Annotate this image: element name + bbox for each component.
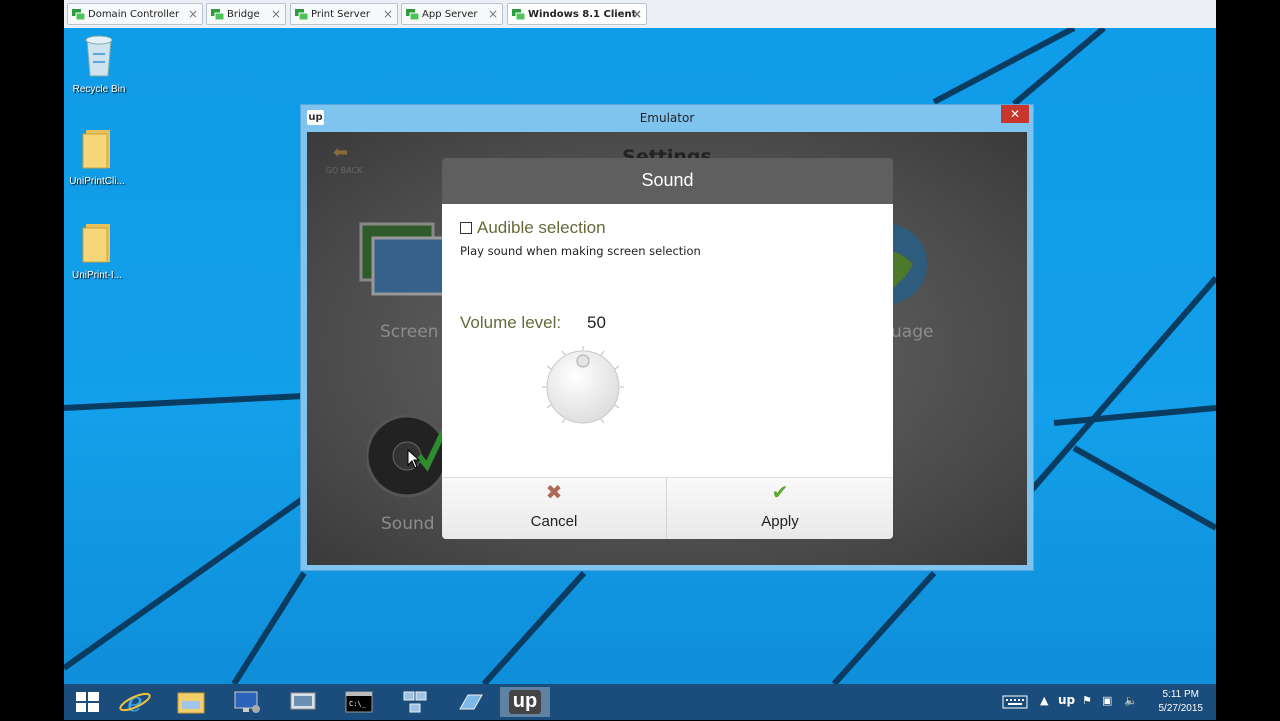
vm-icon: [72, 9, 85, 20]
clock[interactable]: 5:11 PM 5/27/2015: [1159, 688, 1204, 716]
tab-label: Windows 8.1 Client: [528, 9, 637, 20]
action-center-flag-icon[interactable]: ⚑: [1082, 694, 1092, 707]
audible-selection-checkbox[interactable]: [460, 222, 472, 234]
close-icon[interactable]: ×: [188, 7, 198, 21]
taskbar-network[interactable]: [396, 687, 434, 717]
recycle-bin-icon: [85, 35, 113, 77]
desktop-icon-uniprintcli[interactable]: UniPrintCli...: [64, 126, 132, 187]
cancel-button-label: Cancel: [530, 513, 578, 530]
taskbar-server-manager[interactable]: [228, 687, 266, 717]
dialog-body: Audible selection Play sound when making…: [442, 204, 893, 477]
command-prompt-icon: C:\_: [345, 691, 373, 713]
desktop-icon-label: Recycle Bin: [72, 84, 126, 95]
folder-icon: [82, 130, 110, 169]
vm-icon: [512, 9, 525, 20]
apply-button-label: Apply: [761, 513, 799, 530]
right-letterbox: [1216, 0, 1280, 720]
audible-selection-label[interactable]: Audible selection: [477, 218, 606, 238]
keyboard-icon[interactable]: [1002, 694, 1028, 710]
window-title: Emulator: [639, 111, 695, 125]
windows-start-icon: [76, 692, 99, 712]
volume-level-label: Volume level:: [460, 313, 562, 332]
taskbar-uniprint-emulator[interactable]: up: [500, 687, 550, 717]
close-button[interactable]: ✕: [1001, 105, 1029, 123]
clock-date: 5/27/2015: [1158, 703, 1204, 714]
desktop-icon-uniprint-i[interactable]: UniPrint-I...: [64, 220, 132, 281]
svg-text:e: e: [127, 688, 142, 717]
tab-windows-81-client[interactable]: Windows 8.1 Client ×: [507, 3, 647, 25]
dialog-footer: ✖ Cancel ✔ Apply: [442, 477, 893, 539]
show-hidden-icons-icon[interactable]: ▲: [1040, 694, 1048, 707]
screen-tile-icon: [359, 222, 447, 296]
close-icon[interactable]: ×: [488, 7, 498, 21]
taskbar-remote-desktop[interactable]: [284, 687, 322, 717]
vm-icon: [406, 9, 419, 20]
close-icon[interactable]: ×: [632, 7, 642, 21]
cancel-button[interactable]: ✖ Cancel: [442, 478, 667, 539]
tab-bridge[interactable]: Bridge ×: [206, 3, 286, 25]
network-icon: [403, 691, 427, 713]
taskbar: e C:\_ up ▲ up ⚑ ▣ 🔈 5:11 PM 5/27/2015: [64, 684, 1216, 720]
cancel-x-icon: ✖: [545, 480, 563, 504]
taskbar-command-prompt[interactable]: C:\_: [340, 687, 378, 717]
close-icon[interactable]: ×: [383, 7, 393, 21]
server-manager-icon: [234, 691, 260, 713]
clock-time: 5:11 PM: [1162, 689, 1200, 700]
sound-tile-label: Sound: [381, 514, 435, 534]
taskbar-file-explorer[interactable]: [172, 687, 210, 717]
volume-level-value: 50: [587, 313, 606, 332]
taskbar-run[interactable]: [452, 687, 490, 717]
left-letterbox: [0, 0, 64, 720]
vm-icon: [295, 9, 308, 20]
desktop-icon-label: UniPrint-I...: [71, 270, 122, 281]
folder-icon: [82, 224, 110, 263]
tab-label: Print Server: [311, 9, 370, 20]
volume-knob[interactable]: [538, 342, 628, 432]
vm-tab-bar: Domain Controller × Bridge × Print Serve…: [64, 0, 1216, 29]
taskbar-internet-explorer[interactable]: e: [116, 687, 154, 718]
dialog-header: Sound: [442, 158, 893, 204]
volume-muted-icon[interactable]: 🔈: [1124, 694, 1138, 707]
close-icon[interactable]: ×: [271, 7, 281, 21]
vm-icon: [211, 9, 224, 20]
dialog-title: Sound: [641, 170, 694, 190]
remote-desktop-icon: [290, 692, 316, 710]
tab-app-server[interactable]: App Server ×: [401, 3, 503, 25]
emulator-titlebar[interactable]: up Emulator ✕: [301, 105, 1033, 132]
svg-text:C:\_: C:\_: [349, 700, 367, 708]
internet-explorer-icon: e: [119, 688, 151, 718]
knob-indicator: [576, 354, 590, 368]
network-status-icon[interactable]: ▣: [1102, 694, 1112, 707]
tab-print-server[interactable]: Print Server ×: [290, 3, 398, 25]
apply-check-icon: ✔: [771, 480, 789, 504]
apply-button[interactable]: ✔ Apply: [667, 478, 893, 539]
tab-label: Bridge: [227, 9, 260, 20]
sound-dialog: Sound Audible selection Play sound when …: [442, 158, 893, 539]
desktop-icon-label: UniPrintCli...: [69, 176, 125, 187]
uniprint-up-label: up: [512, 690, 538, 712]
windows-start-button[interactable]: [68, 687, 106, 717]
tab-domain-controller[interactable]: Domain Controller ×: [67, 3, 203, 25]
tab-label: App Server: [422, 9, 478, 20]
mouse-cursor-icon: [407, 449, 421, 469]
tray-uniprint-icon[interactable]: up: [1058, 693, 1075, 707]
file-explorer-icon: [177, 692, 205, 714]
tab-label: Domain Controller: [88, 9, 180, 20]
run-icon: [459, 694, 483, 710]
desktop-icon-recycle-bin[interactable]: Recycle Bin: [64, 34, 134, 95]
audible-selection-description: Play sound when making screen selection: [460, 244, 701, 258]
language-tile-label: uage: [891, 322, 934, 342]
screen-tile-label: Screen: [380, 322, 439, 342]
